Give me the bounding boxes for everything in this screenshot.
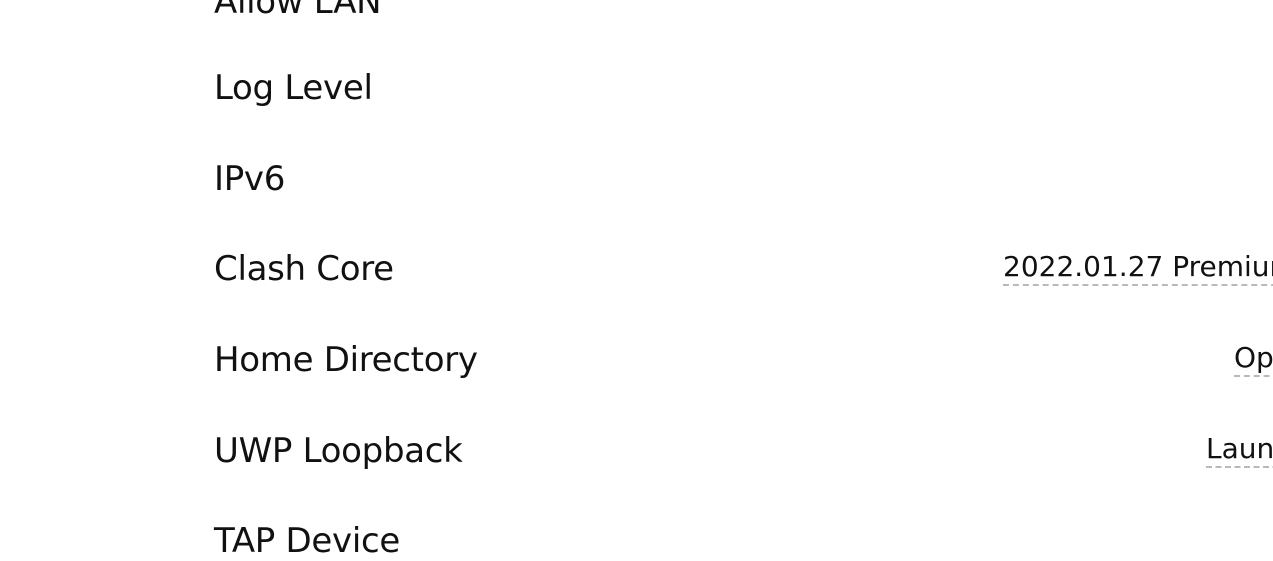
open-home-directory-button[interactable]: Open: [1234, 341, 1273, 377]
log-level-label: Log Level: [214, 68, 373, 108]
clash-core-label: Clash Core: [214, 249, 394, 289]
ipv6-label: IPv6: [214, 159, 286, 199]
general-settings-list: Allow LAN Log Level IPv6 Clash Core 2022…: [0, 0, 1273, 561]
allow-lan-label: Allow LAN: [214, 0, 382, 22]
launch-uwp-loopback-button[interactable]: Launch: [1206, 432, 1273, 468]
clash-core-version-button[interactable]: 2022.01.27 Premium: [1003, 250, 1273, 286]
uwp-loopback-label: UWP Loopback: [214, 431, 463, 471]
home-directory-label: Home Directory: [214, 340, 478, 380]
tap-device-label: TAP Device: [214, 521, 400, 561]
